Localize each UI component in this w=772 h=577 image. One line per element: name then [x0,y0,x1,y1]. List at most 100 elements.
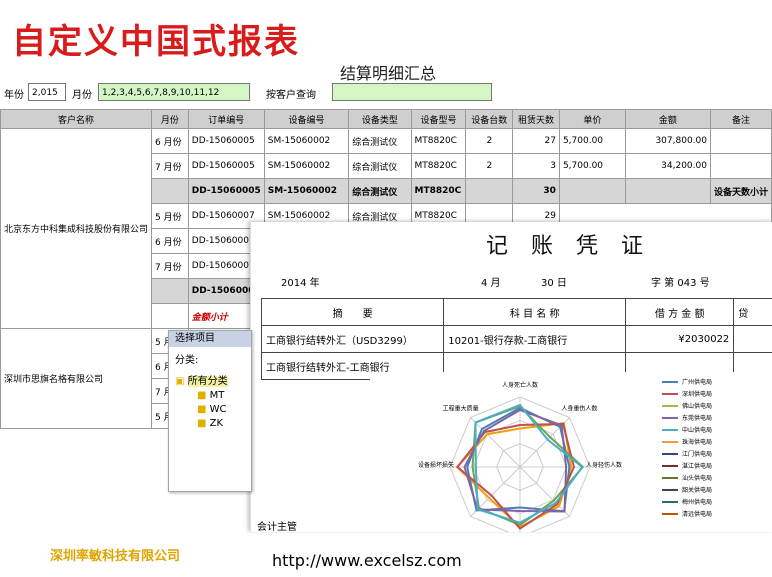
legend-label: 佛山供电局 [682,402,712,410]
voucher-number: 字 第 043 号 [651,278,710,289]
table-row: 北京东方中科集成科技股份有限公司 6 月份 DD-15060005 SM-150… [0,128,772,329]
cell-price: 5,700.00 [558,128,626,154]
voucher-day: 30 日 [541,278,567,289]
customer-input[interactable] [332,83,492,101]
legend-label: 中山供电局 [682,426,712,434]
cell-type: 综合测试仪 [348,153,412,179]
cell-amount [624,178,711,204]
legend-label: 江门供电局 [682,450,712,458]
voucher-year: 2014 年 [281,278,320,289]
picker-category-label: 分类: [175,355,199,366]
folder-icon: ■ [197,390,207,401]
voucher-table: 摘 要 科 目 名 称 借 方 金 额 贷 工商银行结转外汇（USD3299） … [260,298,772,380]
customer-cell: 北京东方中科集成科技股份有限公司 [0,128,153,329]
col-qty: 设备台数 [465,109,514,129]
col-account: 科 目 名 称 [443,298,627,326]
cell-qty: 2 [465,153,514,179]
cell-month: 6 月份 [151,128,189,154]
cell-amount: 34,200.00 [624,153,711,179]
cell-month: 6 月份 [151,228,189,254]
cell-empty [733,325,772,353]
cell-days: 30 [512,178,560,204]
tree-item[interactable]: ■ WC [175,404,245,415]
voucher-title: 记 账 凭 证 [486,234,651,259]
table-header-row: 客户名称 月份 订单编号 设备编号 设备类型 设备型号 设备台数 租赁天数 单价… [0,109,772,129]
query-by-customer-button[interactable]: 按客户查询 [266,86,316,101]
voucher-row1-amount: ¥2030022 [625,325,735,353]
cell-note: 设备天数小计 [709,178,772,204]
picker-title: 选择项目 [169,331,251,347]
col-month: 月份 [151,109,189,129]
month-label: 月份 [72,90,92,101]
radar-axis-label: 人身死亡人数 [502,381,538,389]
legend-label: 东莞供电局 [682,414,712,422]
radar-axis-label: 工程重大质量 [443,404,479,412]
voucher-row1-account: 10201-银行存款-工商银行 [443,325,627,353]
cell-month: 7 月份 [151,153,189,179]
legend-label: 汕头供电局 [682,474,712,482]
cell-device: SM-15060002 [263,153,350,179]
legend-label: 清远供电局 [682,510,712,518]
website-url[interactable]: http://www.excelsz.com [272,551,462,570]
cell-model: MT8820C [410,128,467,154]
cell-model: MT8820C [410,153,467,179]
company-name: 深圳率敏科技有限公司 [50,549,181,564]
col-days: 租赁天数 [512,109,560,129]
radar-axis-label: 人身轻伤人数 [586,461,622,469]
cell-empty [151,303,189,329]
cell-month [151,178,189,204]
query-bar: 年份 2,015 月份 1,2,3,4,5,6,7,8,9,10,11,12 按… [0,82,500,104]
col-price: 单价 [558,109,626,129]
legend-label: 深圳供电局 [682,390,712,398]
cell-note [709,153,772,179]
cell-amount: 307,800.00 [624,128,711,154]
cell-note [709,128,772,154]
cell-qty: 2 [465,128,514,154]
cell-device: SM-15060002 [263,128,350,154]
legend-label: 珠海供电局 [682,438,712,446]
col-device: 设备编号 [263,109,350,129]
tree-root-label: 所有分类 [187,376,228,387]
cell-days: 27 [512,128,560,154]
tree-item[interactable]: ■ ZK [175,418,245,429]
cell-model: MT8820C [410,178,467,204]
cell-type: 综合测试仪 [348,178,412,204]
cell-type: 综合测试仪 [348,128,412,154]
customer-cell: 深圳市思旗名格有限公司 [0,328,153,429]
category-picker: 选择项目 分类: ▣ 所有分类 ■ MT ■ WC ■ ZK [168,330,252,492]
folder-open-icon: ▣ [175,376,185,387]
tree-root[interactable]: ▣ 所有分类 [175,372,245,387]
year-field[interactable]: 2,015 [28,83,66,101]
cell-month: 5 月份 [151,203,189,229]
legend-label: 广州供电局 [682,378,712,386]
cell-days: 3 [512,153,560,179]
col-type: 设备类型 [348,109,412,129]
slide-title: 自定义中国式报表 [12,22,300,62]
tree-item-label: ZK [209,418,224,429]
folder-icon: ■ [197,404,207,415]
col-summary: 摘 要 [260,298,445,326]
tree-item[interactable]: ■ MT [175,390,245,401]
radar-axis-label: 设备损坏损失 [418,461,454,469]
tree-item-label: MT [209,390,225,401]
month-field[interactable]: 1,2,3,4,5,6,7,8,9,10,11,12 [98,83,250,101]
cell-qty [465,178,514,204]
col-amount: 金额 [624,109,711,129]
cell-order: DD-15060005 [187,178,265,204]
col-model: 设备型号 [410,109,467,129]
tree-item-label: WC [209,404,227,415]
legend-label: 韶关供电局 [682,486,712,494]
legend-label: 梅州供电局 [682,498,712,506]
radar-chart: 人身死亡人数人身重伤人数人身轻伤人数 设备损坏损失 工程重大质量 广州供电局深圳供电局… [370,372,772,538]
cell-price: 5,700.00 [558,153,626,179]
radar-axis-label: 人身重伤人数 [561,404,597,412]
voucher-footer-label: 会计主管 [257,522,297,533]
cell-order: DD-15060005 [187,153,265,179]
col-debit: 借 方 金 额 [625,298,735,326]
legend-label: 湛江供电局 [682,462,712,470]
voucher-month: 4 月 [481,278,501,289]
folder-icon: ■ [197,418,207,429]
footer: 深圳率敏科技有限公司 http://www.excelsz.com [0,533,772,577]
cell-device: SM-15060002 [263,178,350,204]
col-order: 订单编号 [187,109,265,129]
